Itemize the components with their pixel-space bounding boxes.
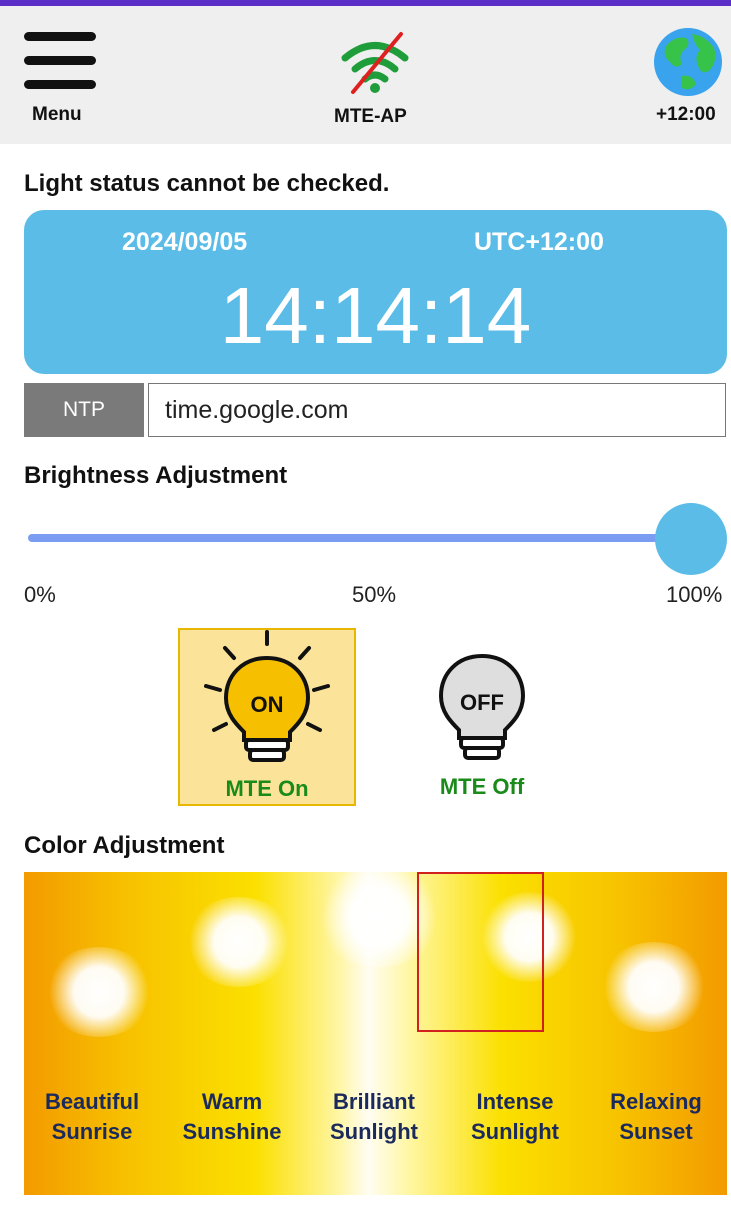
mte-on-label: MTE On: [225, 776, 309, 801]
mte-on-button[interactable]: ON MTE On: [178, 628, 356, 806]
app-header: Menu MTE-AP +12:00: [0, 6, 731, 144]
bulb-on-text: ON: [251, 692, 284, 717]
color-preset-panel: Beautiful Sunrise Warm Sunshine Brillian…: [24, 872, 727, 1195]
timezone-label: +12:00: [656, 104, 716, 125]
clock-timezone: UTC+12:00: [474, 228, 604, 256]
ntp-server-input[interactable]: [148, 383, 726, 437]
wifi-off-icon: [341, 32, 409, 94]
glow-sunrise: [44, 947, 154, 1037]
preset-line2: Sunrise: [51, 1119, 133, 1144]
brightness-tick-min: 0%: [24, 582, 56, 607]
mte-off-label: MTE Off: [439, 774, 525, 799]
bulb-off-text: OFF: [460, 690, 504, 715]
preset-beautiful-sunrise[interactable]: Beautiful Sunrise: [32, 1087, 152, 1147]
globe-icon: [654, 28, 722, 96]
preset-line1: Warm: [201, 1089, 263, 1114]
brightness-tick-max: 100%: [666, 582, 723, 607]
preset-brilliant-sunlight[interactable]: Brilliant Sunlight: [314, 1087, 434, 1147]
preset-line1: Relaxing: [610, 1089, 702, 1114]
ntp-button[interactable]: NTP: [24, 383, 144, 437]
brightness-slider-thumb[interactable]: [655, 503, 727, 575]
glow-sunshine: [184, 897, 294, 987]
light-bulb-on-icon: ON: [204, 630, 330, 762]
color-title: Color Adjustment: [24, 832, 225, 859]
brightness-slider-track[interactable]: [28, 534, 688, 542]
clock-time: 14:14:14: [219, 271, 532, 360]
wifi-status[interactable]: MTE-AP: [320, 28, 430, 138]
preset-line1: Intense: [476, 1089, 554, 1114]
preset-line1: Beautiful: [44, 1089, 140, 1114]
preset-line1: Brilliant: [333, 1089, 415, 1114]
preset-line2: Sunset: [619, 1119, 693, 1144]
preset-line2: Sunshine: [182, 1119, 282, 1144]
clock-date: 2024/09/05: [122, 228, 248, 256]
color-selection-box: [417, 872, 544, 1032]
menu-button[interactable]: Menu: [20, 26, 100, 136]
preset-warm-sunshine[interactable]: Warm Sunshine: [172, 1087, 292, 1147]
light-status-text: Light status cannot be checked.: [24, 170, 390, 197]
light-bulb-off-icon: OFF: [438, 653, 526, 760]
brightness-tick-mid: 50%: [352, 582, 397, 607]
preset-line2: Sunlight: [330, 1119, 418, 1144]
hamburger-menu-icon: [24, 32, 96, 89]
mte-off-button[interactable]: OFF MTE Off: [404, 628, 560, 806]
timezone-button[interactable]: +12:00: [640, 26, 730, 136]
wifi-ssid-label: MTE-AP: [334, 106, 407, 127]
clock-panel: 2024/09/05 UTC+12:00 14:14:14: [24, 210, 727, 374]
preset-intense-sunlight[interactable]: Intense Sunlight: [455, 1087, 575, 1147]
preset-relaxing-sunset[interactable]: Relaxing Sunset: [596, 1087, 716, 1147]
glow-sunset: [599, 942, 709, 1032]
preset-line2: Sunlight: [471, 1119, 559, 1144]
menu-label: Menu: [32, 104, 82, 125]
brightness-title: Brightness Adjustment: [24, 462, 288, 489]
